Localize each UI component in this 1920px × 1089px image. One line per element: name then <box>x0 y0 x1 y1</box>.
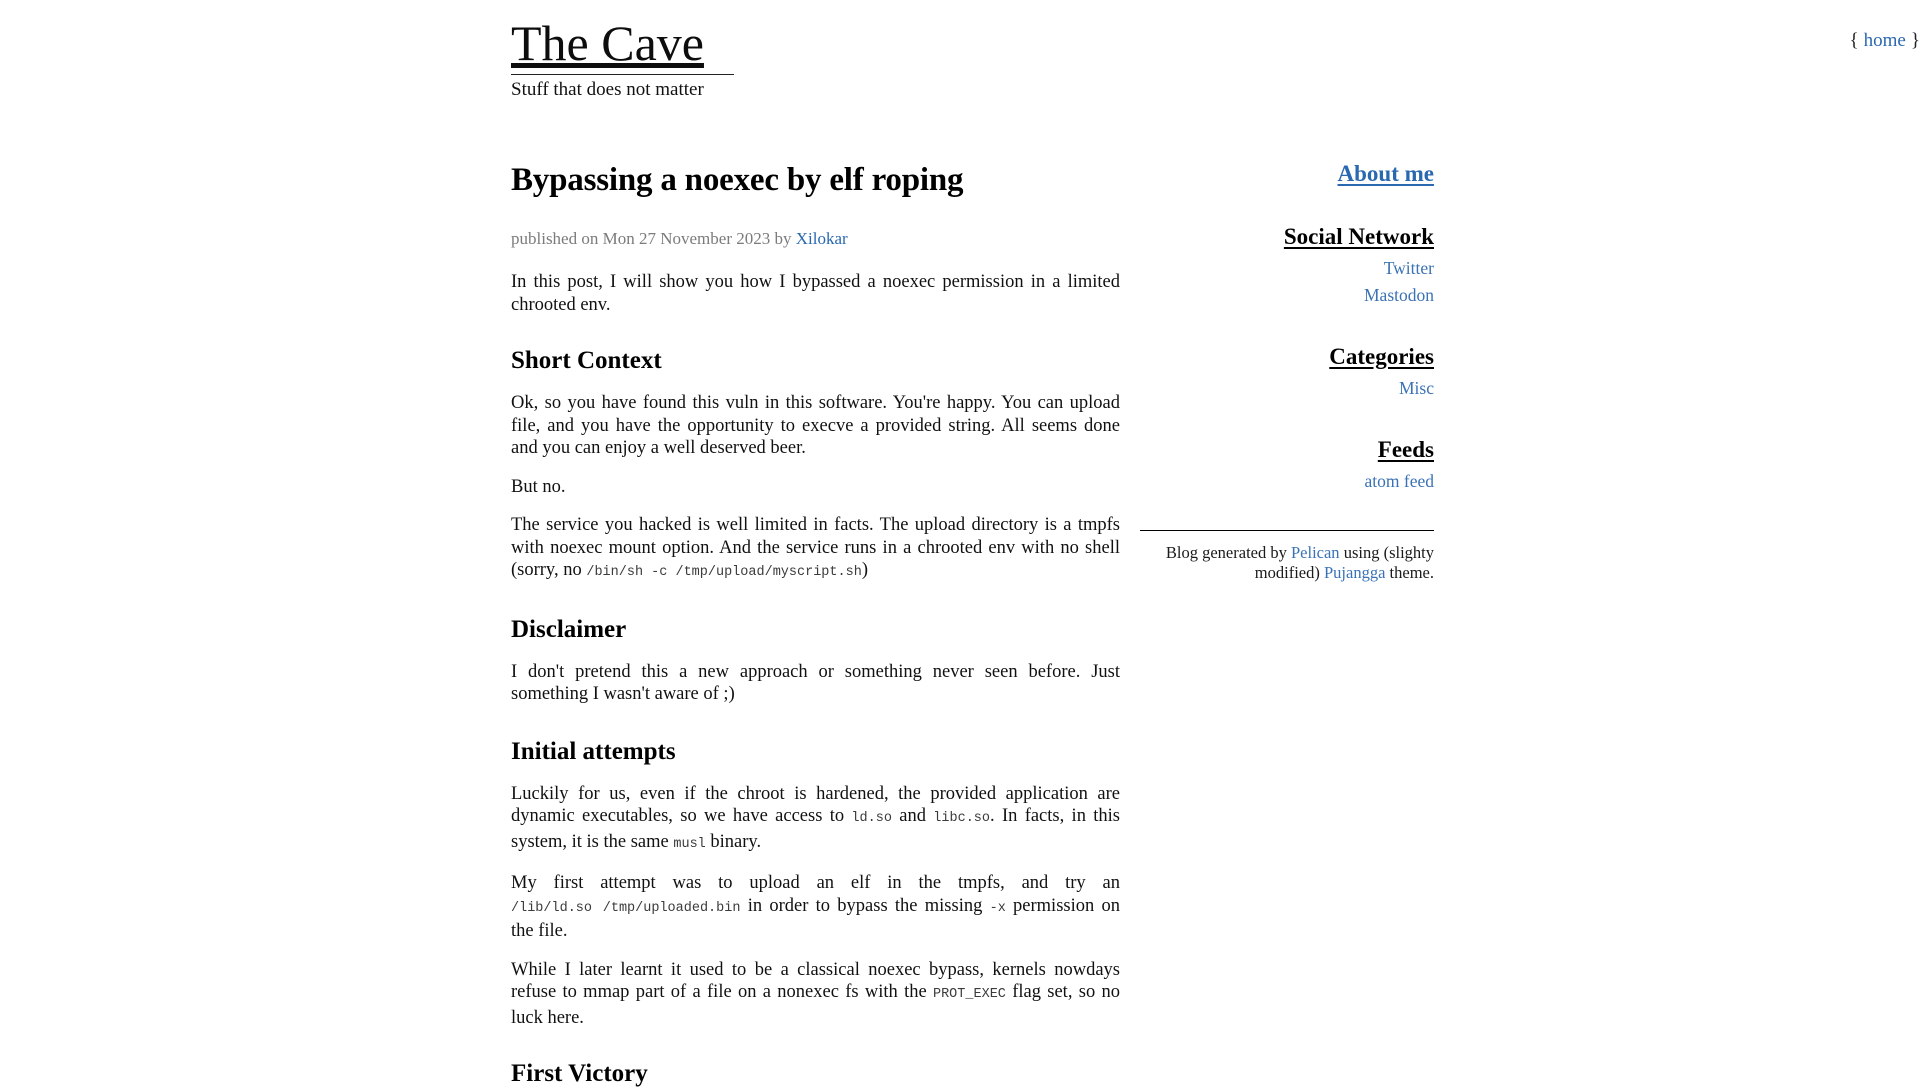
sidebar-item-twitter[interactable]: Twitter <box>1134 258 1434 278</box>
sidebar-section-feeds: Feeds atom feed <box>1134 436 1434 491</box>
post-intro-paragraph: In this post, I will show you how I bypa… <box>511 272 1120 315</box>
paragraph: I don't pretend this a new approach or s… <box>511 661 1120 705</box>
text-run: Blog generated by <box>1165 543 1291 562</box>
credit-link-pujangga[interactable]: Pujangga <box>1324 563 1385 582</box>
text-run: My first attempt was to upload an elf in… <box>511 873 1120 893</box>
sidebar-divider <box>1140 530 1434 531</box>
sidebar-section-about: About me <box>1134 160 1434 188</box>
inline-code: ld.so <box>851 811 892 826</box>
sidebar-heading-social-network: Social Network <box>1283 224 1434 249</box>
sidebar-item-about-me[interactable]: About me <box>1338 161 1434 186</box>
post-metadata: published on Mon 27 November 2023 by Xil… <box>511 228 1120 250</box>
inline-code: /bin/sh -c /tmp/upload/myscript.sh <box>586 565 862 580</box>
sidebar-item-misc[interactable]: Misc <box>1134 378 1434 398</box>
text-run: and <box>891 806 934 826</box>
paragraph-with-code: My first attempt was to upload an elf in… <box>511 872 1120 943</box>
site-header: The Cave Stuff that does not matter {hom… <box>0 0 1920 120</box>
post-published-text: published on Mon 27 November 2023 by <box>511 229 796 248</box>
top-navigation: {home} <box>486 30 1920 52</box>
paragraph-with-code: The service you hacked is well limited i… <box>511 514 1120 585</box>
sidebar-section-social: Social Network Twitter Mastodon <box>1134 223 1434 305</box>
section-heading-first-victory: First Victory <box>511 1060 648 1087</box>
inline-code: -x <box>989 900 1006 916</box>
sidebar-heading-feeds: Feeds <box>1377 437 1434 462</box>
paragraph: Ok, so you have found this vuln in this … <box>511 393 1120 458</box>
section-heading-disclaimer: Disclaimer <box>511 615 627 643</box>
nav-link-home[interactable]: home <box>1864 30 1906 51</box>
page-root: The Cave Stuff that does not matter {hom… <box>0 0 1920 1087</box>
site-tagline: Stuff that does not matter <box>511 79 704 100</box>
page-title: Bypassing a noexec by elf roping <box>511 162 964 198</box>
sidebar-section-categories: Categories Misc <box>1134 343 1434 398</box>
inline-code: /lib/ld.so /tmp/uploaded.bin <box>511 900 741 916</box>
sidebar-heading-categories: Categories <box>1329 344 1434 369</box>
text-run: binary. <box>705 831 762 852</box>
credit-link-pelican[interactable]: Pelican <box>1291 543 1340 562</box>
inline-code: musl <box>673 836 706 852</box>
sidebar-item-mastodon[interactable]: Mastodon <box>1134 285 1434 305</box>
section-heading-short-context: Short Context <box>511 347 662 374</box>
section-heading-initial-attempts: Initial attempts <box>511 737 676 765</box>
text-run: ) <box>861 560 868 580</box>
nav-open-brace: { <box>1849 30 1859 51</box>
text-run: theme. <box>1385 562 1434 582</box>
paragraph-with-code: While I later learnt it used to be a cla… <box>511 959 1120 1030</box>
inline-code: PROT_EXEC <box>932 987 1006 1002</box>
sidebar: About me Social Network Twitter Mastodon… <box>1134 160 1434 582</box>
post-author-link[interactable]: Xilokar <box>796 229 848 248</box>
site-credit: Blog generated by Pelican using (slighty… <box>1134 543 1434 582</box>
paragraph-with-code: Luckily for us, even if the chroot is ha… <box>511 783 1120 857</box>
title-divider <box>511 74 734 75</box>
inline-code: libc.so <box>933 811 991 826</box>
article-column: Bypassing a noexec by elf roping publish… <box>511 160 1120 1089</box>
site-branding: The Cave Stuff that does not matter <box>511 14 911 102</box>
sidebar-item-atom-feed[interactable]: atom feed <box>1134 471 1434 491</box>
text-run: in order to bypass the missing <box>740 895 990 916</box>
nav-close-brace: } <box>1910 30 1920 51</box>
paragraph: But no. <box>511 476 566 497</box>
